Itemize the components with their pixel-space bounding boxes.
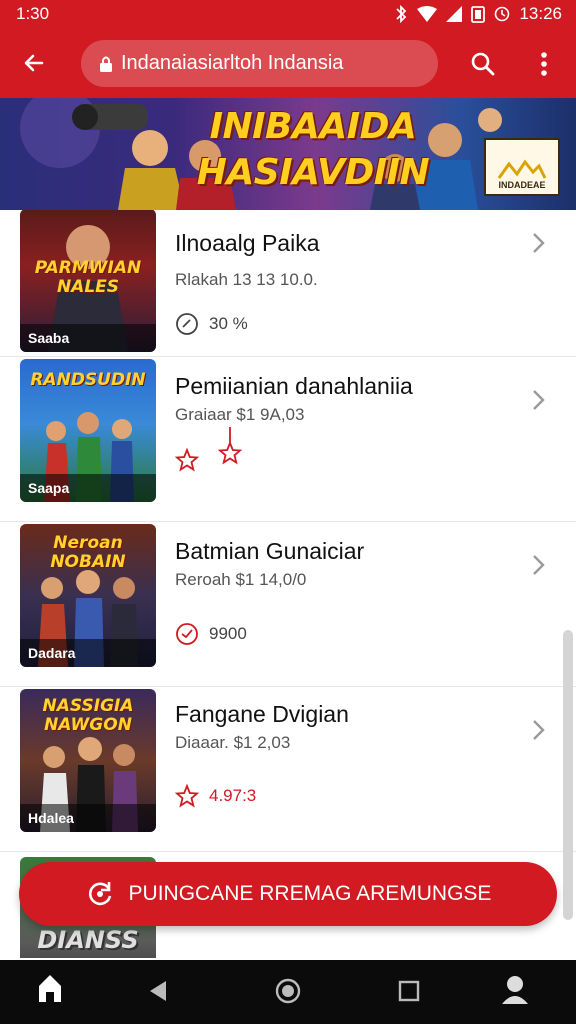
thumbnail-tag: Saaba bbox=[20, 324, 156, 352]
game-thumbnail: Neroan NOBAIN Dadara bbox=[20, 524, 156, 667]
bluetooth-icon bbox=[396, 5, 407, 23]
app-screen: 1:30 13:26 Indanaiasiarltoh Indansia INI… bbox=[0, 0, 576, 1024]
triangle-back-icon bbox=[150, 981, 166, 1001]
system-nav-bar bbox=[0, 960, 576, 1024]
nav-recents-button[interactable] bbox=[398, 980, 420, 1002]
nav-home-button[interactable] bbox=[36, 972, 64, 1006]
status-icons: 13:26 bbox=[394, 4, 562, 24]
game-thumbnail: RANDSUDIN Saapa bbox=[20, 359, 156, 502]
thumbnail-title: NASSIGIA NAWGON bbox=[42, 696, 134, 735]
thumbnail-title: DIANSS bbox=[37, 926, 139, 954]
game-meta-value: 9900 bbox=[209, 624, 247, 643]
list-item[interactable]: Neroan NOBAIN Dadara Batmian Gunaiciar R… bbox=[0, 522, 576, 687]
logo-text: INDADEAE bbox=[498, 180, 546, 190]
lock-icon bbox=[100, 56, 112, 72]
circle-home-icon bbox=[275, 978, 301, 1004]
back-arrow-icon bbox=[24, 54, 44, 72]
game-subtitle: Diaaar. $1 2,03 bbox=[175, 733, 291, 752]
url-bar[interactable]: Indanaiasiarltoh Indansia bbox=[81, 40, 438, 87]
primary-cta-button[interactable]: PUINGCANE RREMAG AREMUNGSE bbox=[19, 862, 557, 926]
cta-label: PUINGCANE RREMAG AREMUNGSE bbox=[128, 882, 492, 905]
game-meta: 30 % bbox=[175, 312, 248, 336]
star-icon bbox=[175, 448, 199, 472]
list-item[interactable]: NASSIGIA NAWGON Hdalea Fangane Dvigian D… bbox=[0, 687, 576, 852]
brand-logo: INDADEAE bbox=[484, 138, 560, 196]
clock-icon bbox=[176, 313, 198, 335]
app-bar: Indanaiasiarltoh Indansia bbox=[0, 28, 576, 98]
star-icon bbox=[217, 427, 243, 465]
clock-icon bbox=[176, 623, 198, 645]
chevron-right-icon[interactable] bbox=[526, 550, 550, 580]
chevron-right-icon[interactable] bbox=[526, 715, 550, 745]
scrollbar[interactable] bbox=[563, 630, 573, 920]
thumbnail-title: PARMWIAN NALES bbox=[34, 258, 142, 297]
profile-icon bbox=[502, 976, 528, 1004]
search-icon bbox=[471, 52, 495, 76]
game-thumbnail: PARMWIAN NALES Saaba bbox=[20, 210, 156, 352]
game-subtitle: Rlakah 13 13 10.0. bbox=[175, 270, 318, 289]
square-recents-icon bbox=[398, 980, 420, 1002]
search-button[interactable] bbox=[466, 47, 500, 81]
list-item[interactable]: PARMWIAN NALES Saaba Ilnoaalg Paika Rlak… bbox=[0, 210, 576, 357]
game-title: Fangane Dvigian bbox=[175, 701, 349, 727]
promo-banner[interactable]: INIBAAIDA HASIAVDIIN INDADEAE bbox=[0, 98, 576, 210]
game-title: Ilnoaalg Paika bbox=[175, 230, 320, 256]
nav-overview-home-button[interactable] bbox=[275, 978, 301, 1004]
game-thumbnail: NASSIGIA NAWGON Hdalea bbox=[20, 689, 156, 832]
alarm-icon bbox=[495, 6, 510, 22]
chevron-right-icon[interactable] bbox=[526, 228, 550, 258]
wifi-icon bbox=[417, 6, 438, 22]
more-options-button[interactable] bbox=[530, 47, 558, 81]
game-title: Pemiianian danahlaniia bbox=[175, 373, 413, 399]
game-meta bbox=[175, 427, 243, 473]
banner-title: INIBAAIDA HASIAVDIIN bbox=[178, 104, 448, 196]
battery-icon bbox=[471, 6, 486, 23]
game-list: PARMWIAN NALES Saaba Ilnoaalg Paika Rlak… bbox=[0, 210, 576, 958]
logo-mountain-icon bbox=[497, 159, 547, 179]
game-subtitle: Graiaar $1 9A,03 bbox=[175, 405, 305, 424]
star-icon bbox=[175, 784, 199, 808]
game-title: Batmian Gunaiciar bbox=[175, 538, 365, 564]
url-text: Indanaiasiarltoh Indansia bbox=[121, 52, 344, 74]
thumbnail-title: Neroan NOBAIN bbox=[50, 533, 126, 572]
back-button[interactable] bbox=[14, 46, 54, 80]
banner-title-line1: INIBAAIDA bbox=[209, 106, 417, 147]
more-vert-icon bbox=[541, 52, 547, 76]
game-meta: 4.97:3 bbox=[175, 784, 256, 808]
status-clock: 13:26 bbox=[519, 4, 562, 23]
refresh-icon bbox=[88, 882, 111, 906]
status-bar: 1:30 13:26 bbox=[0, 0, 576, 28]
game-meta-value: 30 % bbox=[209, 314, 248, 333]
nav-back-button[interactable] bbox=[148, 980, 168, 1002]
thumbnail-tag: Saapa bbox=[20, 474, 156, 502]
chevron-right-icon[interactable] bbox=[526, 385, 550, 415]
game-meta: 9900 bbox=[175, 622, 247, 646]
nav-profile-button[interactable] bbox=[500, 974, 530, 1006]
thumbnail-title: RANDSUDIN bbox=[30, 370, 146, 390]
game-rating: 4.97:3 bbox=[209, 786, 257, 805]
list-item[interactable]: RANDSUDIN Saapa Pemiianian danahlaniia G… bbox=[0, 357, 576, 522]
status-time: 1:30 bbox=[16, 4, 50, 23]
banner-title-line2: HASIAVDIIN bbox=[196, 152, 430, 193]
thumbnail-tag: Dadara bbox=[20, 639, 156, 667]
game-subtitle: Reroah $1 14,0/0 bbox=[175, 570, 307, 589]
signal-icon bbox=[446, 6, 463, 22]
home-icon bbox=[39, 975, 61, 1002]
thumbnail-tag: Hdalea bbox=[20, 804, 156, 832]
